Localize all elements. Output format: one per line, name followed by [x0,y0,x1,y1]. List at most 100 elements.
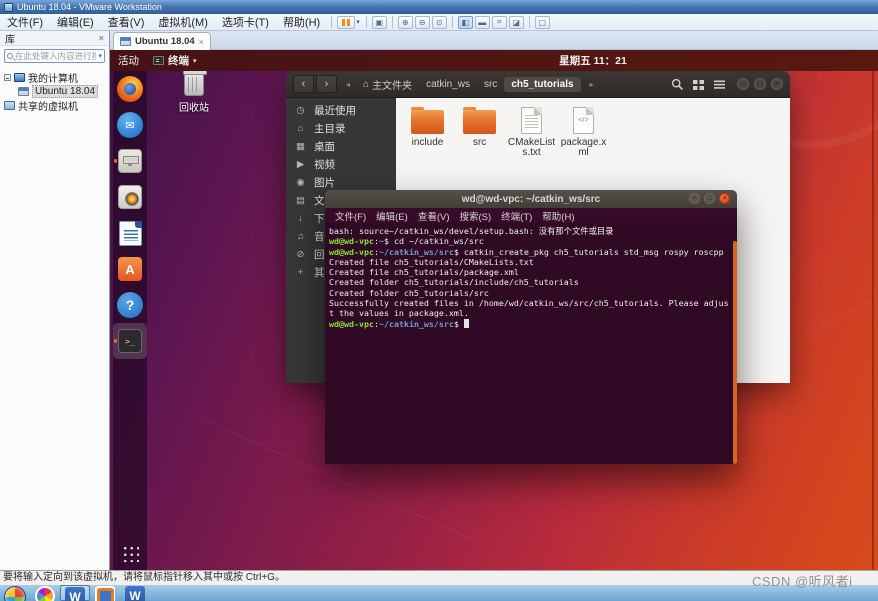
dock-item-libreoffice-writer[interactable] [113,215,147,251]
path-segment-主文件夹[interactable]: ⌂ 主文件夹 [356,75,419,94]
app-menu[interactable]: 终端 ▾ [153,53,197,68]
sidebar-item-icon: ♫ [296,230,305,242]
vmware-titlebar[interactable]: Ubuntu 18.04 - VMware Workstation [0,0,878,14]
maximize-button[interactable]: □ [704,193,715,204]
browser-icon [35,586,55,601]
fullscreen-button[interactable]: ⌗ [491,15,507,29]
vmware-menu-虚拟机M[interactable]: 虚拟机(M) [151,13,215,31]
unity-mode-button[interactable]: ◪ [508,15,524,29]
search-icon[interactable] [668,75,686,93]
vm-tab-ubuntu[interactable]: Ubuntu 18.04 × [113,32,211,50]
terminal-text-segment: Created folder ch5_tutorials/src [329,287,489,298]
xml-file-icon [573,107,594,134]
terminal-menu-帮助H[interactable]: 帮助(H) [537,209,579,223]
library-tree-item[interactable]: Ubuntu 18.04 [16,84,107,98]
close-button[interactable]: × [771,78,783,90]
toolbar-separator [365,16,367,28]
dock-item-ubuntu-software[interactable]: A [113,251,147,287]
vmware-library-panel: 库 × ▾ 我的计算机Ubuntu 18.04 共享的虚拟机 [0,31,110,570]
minimize-button[interactable]: – [689,193,700,204]
vmware-menu-编辑E[interactable]: 编辑(E) [50,13,101,31]
terminal-menu-编辑E[interactable]: 编辑(E) [371,209,413,223]
files-header-bar[interactable]: ‹ › ◂ ⌂ 主文件夹 catkin_ws src ch5_tutorials ▸ –… [286,71,790,98]
path-segment-src[interactable]: src [477,77,504,92]
thumbnail-bar-button[interactable]: ▬ [474,15,490,29]
zoom-out-button[interactable]: ⊖ [414,15,430,29]
desktop-trash-shortcut[interactable]: 回收站 [172,70,216,114]
terminal-output[interactable]: bash: source~/catkin_ws/devel/setup.bash… [325,223,737,464]
maximize-button[interactable]: □ [754,78,766,90]
terminal-menu-文件F[interactable]: 文件(F) [330,209,371,223]
snapshot-button[interactable]: ▣ [371,15,387,29]
terminal-text-segment: bash: source~/catkin_ws/devel/setup.bash… [329,226,614,236]
vmware-menu-查看V[interactable]: 查看(V) [101,13,152,31]
sidebar-item-主目录[interactable]: ⌂ 主目录 [286,119,396,137]
path-segment-ch5_tutorials[interactable]: ch5_tutorials [504,76,581,92]
dock-item-files[interactable] [113,143,147,179]
path-scroll-left-icon[interactable]: ◂ [346,80,350,89]
terminal-menu-终端T[interactable]: 终端(T) [496,209,537,223]
file-item-src[interactable]: src [454,104,505,148]
terminal-line: wd@wd-vpc:~/catkin_ws/src$ catkin_create… [329,247,731,257]
dock-item-rhythmbox[interactable] [113,179,147,215]
sidebar-item-视频[interactable]: ▶ 视频 [286,155,396,173]
close-button[interactable]: × [719,193,730,204]
terminal-text-segment: $ [453,318,464,329]
library-tree-item[interactable]: 共享的虚拟机 [2,98,107,113]
library-tree-item[interactable]: 我的计算机 [2,70,107,85]
taskbar-item-start[interactable] [0,585,30,601]
forward-button[interactable]: › [316,75,337,93]
vmware-menu-选项卡T[interactable]: 选项卡(T) [215,13,276,31]
sidebar-item-最近使用[interactable]: ◷ 最近使用 [286,101,396,119]
zoom-fit-button[interactable]: ⊙ [431,15,447,29]
sidebar-item-桌面[interactable]: ▦ 桌面 [286,137,396,155]
file-item-package.xml[interactable]: package.xml [558,104,609,158]
library-panel-toggle-button[interactable]: ◧ [457,15,473,29]
minimize-button[interactable]: – [737,78,749,90]
back-button[interactable]: ‹ [293,75,314,93]
library-search-box[interactable]: ▾ [4,49,105,63]
show-applications-button[interactable] [121,544,139,562]
vmware-menu-帮助H[interactable]: 帮助(H) [276,13,327,31]
clock[interactable]: 星期五 11：21 [538,53,648,68]
activities-button[interactable]: 活动 [118,53,139,68]
terminal-titlebar[interactable]: wd@wd-vpc: ~/catkin_ws/src – □ × [325,190,737,208]
file-item-include[interactable]: include [402,104,453,148]
tab-close-icon[interactable]: × [199,37,204,47]
taskbar-item-browser[interactable] [30,585,60,601]
library-search-input[interactable] [15,51,97,61]
search-dropdown-caret[interactable]: ▾ [98,52,102,60]
app-menu-label: 终端 [168,55,189,67]
taskbar-item-app-orange[interactable] [90,585,120,601]
terminal-window-controls: – □ × [689,193,730,204]
sidebar-item-label: 最近使用 [314,104,356,117]
terminal-line: wd@wd-vpc:~/catkin_ws/src$ [329,318,731,329]
dock-item-thunderbird[interactable]: ✉ [113,107,147,143]
terminal-line: t the values in package.xml. [329,308,731,318]
library-close-icon[interactable]: × [99,33,104,43]
home-icon: ⌂ [363,78,370,90]
thunderbird-icon: ✉ [117,112,143,138]
vmware-menu-文件F[interactable]: 文件(F) [0,13,50,31]
taskbar-item-word[interactable]: W [60,585,90,601]
screen: Ubuntu 18.04 - VMware Workstation 文件(F) 编… [0,0,878,601]
terminal-menu-查看V[interactable]: 查看(V) [413,209,455,223]
view-toggle-icon[interactable] [689,75,707,93]
terminal-text-segment: $ cd ~/catkin_ws/src [383,236,484,247]
dock-item-firefox[interactable] [113,71,147,107]
path-segment-catkin_ws[interactable]: catkin_ws [419,77,477,92]
path-scroll-right-icon[interactable]: ▸ [590,80,594,89]
pause-vm-button[interactable] [337,15,356,29]
console-view-button[interactable]: ▢ [534,15,550,29]
dock-item-terminal[interactable]: >_ [113,323,147,359]
sidebar-item-图片[interactable]: ◉ 图片 [286,173,396,191]
hamburger-menu-icon[interactable] [710,75,728,93]
pause-dropdown-caret[interactable]: ▾ [356,18,360,26]
zoom-in-button[interactable]: ⊕ [397,15,413,29]
dock-item-help[interactable]: ? [113,287,147,323]
terminal-scrollbar[interactable] [733,241,737,464]
file-item-CMakeLists.txt[interactable]: CMakeLists.txt [506,104,557,158]
terminal-menu-搜索S[interactable]: 搜索(S) [454,209,496,223]
tree-expander-icon[interactable] [4,73,11,81]
taskbar-item-word-2[interactable]: W [120,585,150,601]
